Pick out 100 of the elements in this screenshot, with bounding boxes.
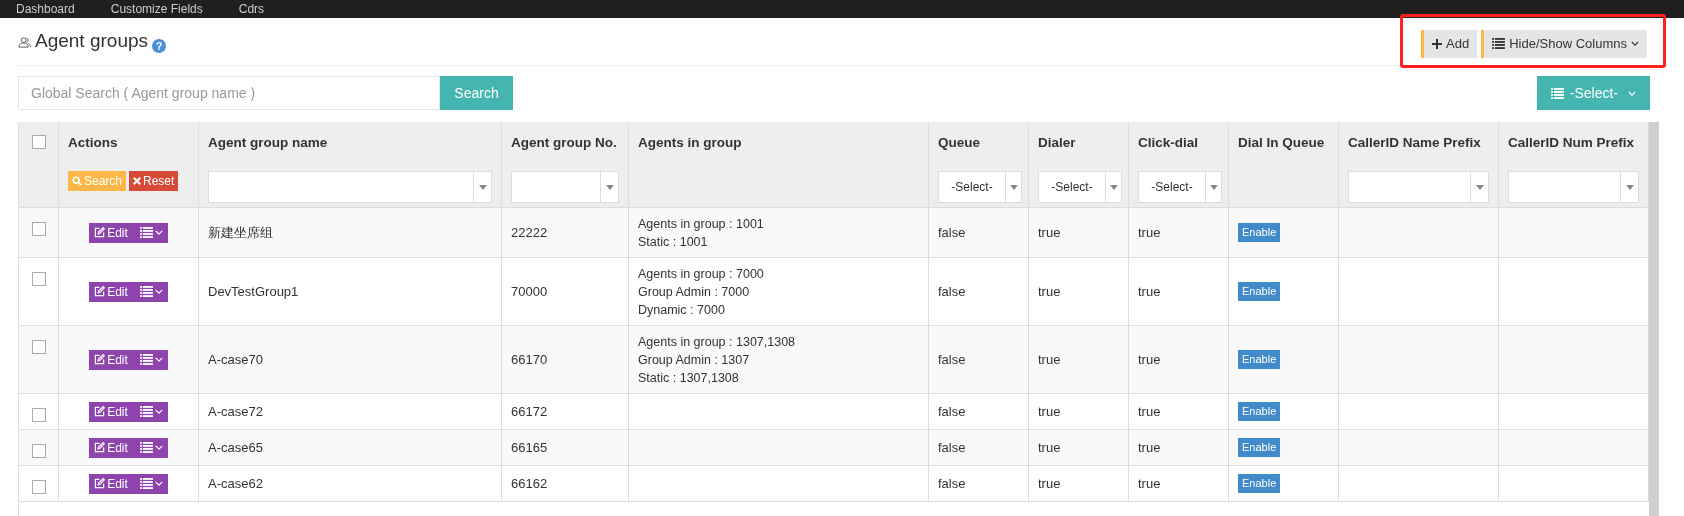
- filter-reset-button[interactable]: Reset: [129, 171, 179, 192]
- checkbox[interactable]: [31, 222, 46, 236]
- enable-badge: Enable: [1238, 402, 1281, 421]
- filter-select[interactable]: -Select-: [1038, 171, 1122, 204]
- column-header: Actions: [68, 134, 119, 152]
- edit-button[interactable]: Edit: [89, 349, 168, 370]
- column-header: Queue: [938, 134, 981, 152]
- enable-badge: Enable: [1238, 223, 1281, 242]
- nav-link[interactable]: Cdrs: [238, 3, 265, 15]
- chevron-down-icon: [1628, 90, 1636, 96]
- table-cell-text: true: [1038, 438, 1061, 457]
- table-cell-text: 22222: [511, 223, 548, 242]
- column-header: Agent group No.: [511, 134, 618, 152]
- table-cell-text: true: [1038, 474, 1061, 493]
- table-cell-text: true: [1138, 223, 1161, 242]
- filter-dropdown-field[interactable]: [511, 171, 619, 204]
- table-cell-text: 66170: [511, 350, 548, 369]
- edit-button[interactable]: Edit: [89, 473, 168, 494]
- caret-icon: [1009, 184, 1018, 190]
- enable-badge: Enable: [1238, 282, 1281, 301]
- chevron-down-icon: [154, 230, 163, 235]
- table-cell-text: true: [1138, 474, 1161, 493]
- filter-dropdown-field[interactable]: [1508, 171, 1639, 204]
- column-header: CallerID Name Prefix: [1348, 134, 1482, 152]
- caret-icon: [1209, 184, 1218, 190]
- checkbox[interactable]: [31, 135, 46, 149]
- column-header: Dial In Queue: [1238, 134, 1326, 152]
- table-cell-text: true: [1138, 282, 1161, 301]
- table-cell-text: 新建坐席组: [208, 223, 273, 242]
- edit-icon: [94, 286, 106, 297]
- checkbox[interactable]: [31, 340, 46, 354]
- table-cell-text: true: [1138, 402, 1161, 421]
- table-cell-text: A-case70: [208, 350, 263, 369]
- edit-button[interactable]: Edit: [89, 222, 168, 243]
- close-icon: [133, 177, 142, 186]
- chevron-down-icon: [154, 409, 163, 414]
- table-cell-text: false: [938, 223, 966, 242]
- table-cell-text: true: [1138, 350, 1161, 369]
- checkbox[interactable]: [31, 480, 46, 494]
- agent-info-text: Dynamic : 7000: [638, 301, 726, 319]
- filter-select[interactable]: -Select-: [1138, 171, 1222, 204]
- enable-badge: Enable: [1238, 438, 1281, 457]
- plus-icon: [1432, 38, 1443, 49]
- filter-dropdown-field[interactable]: [1348, 171, 1489, 204]
- chevron-down-icon: [154, 481, 163, 486]
- table-cell-text: true: [1038, 223, 1061, 242]
- agent-info-text: Agents in group : 7000: [638, 265, 765, 283]
- agent-info-text: Static : 1001: [638, 233, 709, 251]
- caret-icon: [1475, 184, 1484, 190]
- list-icon: [1550, 87, 1564, 99]
- enable-badge: Enable: [1238, 350, 1281, 369]
- menu-icon: [139, 227, 153, 238]
- global-search-field[interactable]: Global Search ( Agent group name ): [18, 76, 440, 110]
- table-cell-text: A-case62: [208, 474, 263, 493]
- table-cell-text: A-case65: [208, 438, 263, 457]
- checkbox[interactable]: [31, 408, 46, 422]
- nav-link[interactable]: Customize Fields: [110, 3, 203, 15]
- table-cell-text: true: [1138, 438, 1161, 457]
- chevron-down-icon: [154, 357, 163, 362]
- agent-info-text: Agents in group : 1001: [638, 215, 765, 233]
- column-header: CallerID Num Prefix: [1508, 134, 1636, 152]
- enable-badge: Enable: [1238, 474, 1281, 493]
- checkbox[interactable]: [31, 444, 46, 458]
- help-icon[interactable]: ?: [152, 39, 167, 54]
- table-cell-text: A-case72: [208, 402, 263, 421]
- nav-link[interactable]: Dashboard: [16, 3, 75, 15]
- table-cell-text: 70000: [511, 282, 548, 301]
- menu-icon: [139, 478, 153, 489]
- caret-icon: [1625, 184, 1634, 190]
- menu-icon: [139, 406, 153, 417]
- caret-icon: [1109, 184, 1118, 190]
- list-icon: [1492, 38, 1506, 49]
- table-cell-text: false: [938, 402, 966, 421]
- edit-icon: [94, 227, 106, 238]
- agent-info-text: Group Admin : 1307: [638, 351, 751, 369]
- table-cell-text: false: [938, 438, 966, 457]
- edit-icon: [94, 442, 106, 453]
- chevron-down-icon: [154, 289, 163, 294]
- edit-button[interactable]: Edit: [89, 281, 168, 302]
- table-cell-text: 66172: [511, 402, 548, 421]
- table-cell-text: 66162: [511, 474, 548, 493]
- table-cell-text: DevTestGroup1: [208, 282, 299, 301]
- column-header: Dialer: [1038, 134, 1077, 152]
- menu-icon: [139, 442, 153, 453]
- edit-icon: [94, 406, 106, 417]
- page-title: Agent groups: [35, 29, 149, 54]
- hide-show-columns-button[interactable]: Hide/Show Columns: [1481, 29, 1647, 58]
- checkbox[interactable]: [31, 272, 46, 286]
- edit-button[interactable]: Edit: [89, 437, 168, 458]
- chevron-down-icon: [1631, 41, 1639, 46]
- table-cell-text: false: [938, 474, 966, 493]
- add-button[interactable]: Add: [1421, 29, 1478, 58]
- menu-icon: [139, 354, 153, 365]
- filter-dropdown-field[interactable]: [208, 171, 492, 204]
- edit-button[interactable]: Edit: [89, 401, 168, 422]
- filter-select[interactable]: -Select-: [938, 171, 1022, 204]
- people-icon: [18, 35, 31, 48]
- caret-icon: [605, 184, 614, 190]
- table-cell-text: false: [938, 350, 966, 369]
- table-cell-text: false: [938, 282, 966, 301]
